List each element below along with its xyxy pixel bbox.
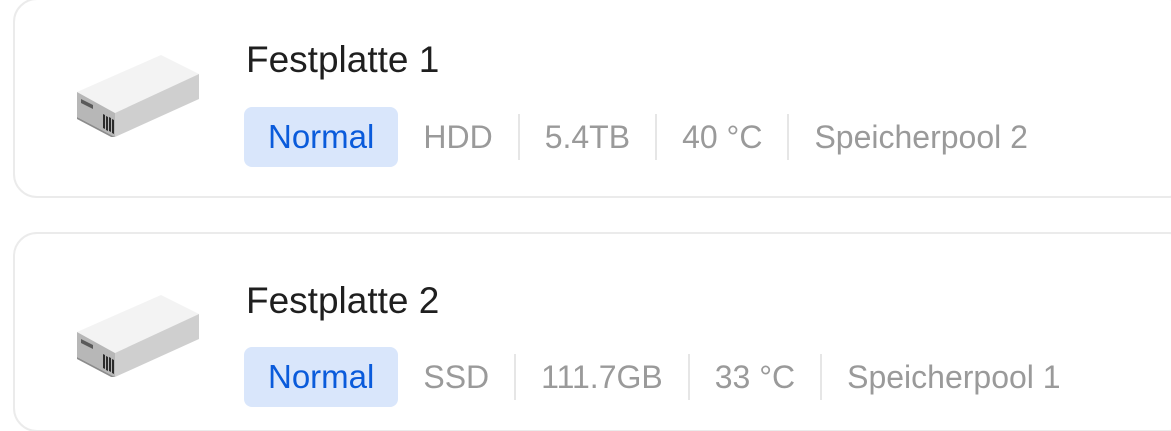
disk-type: HDD [423,118,493,155]
disk-capacity: 5.4TB [544,118,631,155]
disk-title: Festplatte 2 [246,280,440,321]
disk-pool: Speicherpool 2 [814,118,1028,155]
disk-title: Festplatte 1 [246,39,440,80]
disk-card[interactable]: Festplatte 1 Normal HDD 5.4TB 40 °C Spei… [13,0,1171,198]
disk-list: Festplatte 1 Normal HDD 5.4TB 40 °C Spei… [0,0,1171,431]
disk-card[interactable]: Festplatte 2 Normal SSD 111.7GB 33 °C Sp… [13,232,1171,431]
disk-type: SSD [423,358,490,395]
hard-drive-icon [77,55,199,137]
disk-meta-row: Normal HDD 5.4TB 40 °C Speicherpool 2 [244,107,1053,167]
disk-meta-row: Normal SSD 111.7GB 33 °C Speicherpool 1 [244,347,1086,407]
disk-temperature: 33 °C [714,358,796,395]
hard-drive-icon [77,295,199,377]
disk-temperature: 40 °C [682,118,763,155]
status-badge: Normal [244,347,399,407]
disk-capacity: 111.7GB [541,358,663,395]
disk-pool: Speicherpool 1 [847,358,1061,395]
status-badge: Normal [244,107,399,167]
